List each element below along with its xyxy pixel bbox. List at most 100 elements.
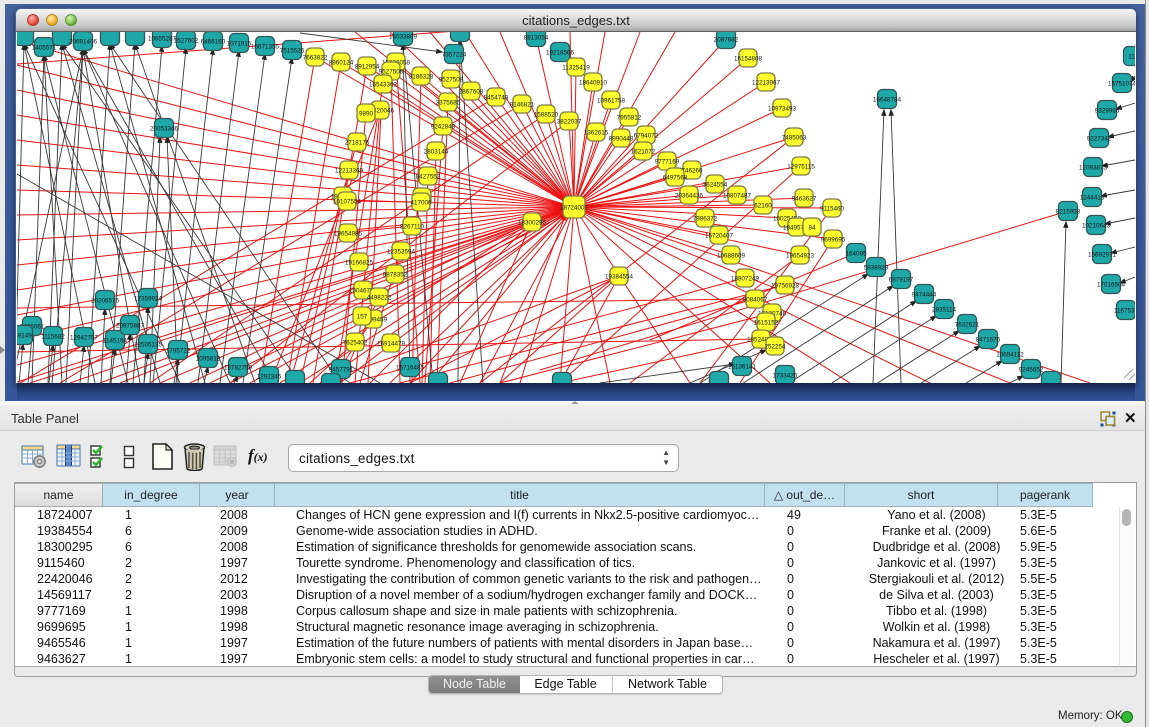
svg-text:15136141: 15136141	[728, 363, 757, 370]
svg-text:19654923: 19654923	[786, 252, 815, 259]
svg-text:12942757: 12942757	[70, 334, 99, 341]
svg-text:10210643: 10210643	[1082, 222, 1111, 229]
svg-text:10688609: 10688609	[717, 252, 746, 259]
svg-text:62160: 62160	[754, 202, 772, 209]
svg-text:7632621: 7632621	[955, 321, 980, 328]
svg-text:9084067: 9084067	[743, 296, 768, 303]
svg-text:20053346: 20053346	[150, 125, 179, 132]
svg-text:2718176: 2718176	[345, 139, 370, 146]
svg-text:1095812: 1095812	[196, 355, 221, 362]
svg-text:9115460: 9115460	[820, 205, 845, 212]
svg-text:16782759: 16782759	[224, 364, 253, 371]
svg-text:1405571: 1405571	[32, 44, 57, 51]
svg-text:7485063: 7485063	[782, 134, 807, 141]
svg-text:8990448: 8990448	[609, 135, 634, 142]
svg-text:1145194: 1145194	[103, 337, 128, 344]
svg-text:18807249: 18807249	[731, 275, 760, 282]
svg-text:2867608: 2867608	[459, 88, 484, 95]
svg-text:11325419: 11325419	[562, 64, 590, 71]
svg-text:10961758: 10961758	[597, 97, 626, 104]
svg-text:2935114: 2935114	[932, 306, 957, 313]
svg-text:164095: 164095	[845, 250, 867, 257]
svg-text:1733426: 1733426	[773, 372, 798, 379]
svg-text:3624554: 3624554	[703, 181, 728, 188]
svg-text:9245652: 9245652	[1019, 366, 1044, 373]
svg-text:1621072: 1621072	[631, 148, 656, 155]
svg-text:111: 111	[1128, 53, 1135, 60]
svg-text:7663822: 7663822	[303, 54, 328, 61]
svg-text:1362615: 1362615	[584, 129, 609, 136]
svg-text:12093873: 12093873	[1079, 164, 1108, 171]
svg-text:1795722: 1795722	[166, 347, 191, 354]
svg-text:1527602: 1527602	[174, 37, 199, 44]
svg-text:7986372: 7986372	[693, 215, 718, 222]
svg-text:6497568: 6497568	[663, 174, 688, 181]
svg-text:16671355: 16671355	[251, 43, 280, 50]
svg-text:20206576: 20206576	[91, 297, 120, 304]
svg-text:1115682: 1115682	[41, 333, 65, 340]
svg-text:1071915: 1071915	[227, 40, 252, 47]
svg-text:18724007: 18724007	[560, 204, 589, 211]
svg-text:19654985: 19654985	[334, 230, 363, 237]
svg-text:252254: 252254	[764, 343, 786, 350]
svg-text:2803144: 2803144	[424, 148, 449, 155]
svg-text:8215958: 8215958	[1056, 208, 1081, 215]
svg-text:8912954: 8912954	[355, 63, 380, 70]
svg-text:9474444: 9474444	[912, 291, 937, 298]
svg-text:3822037: 3822037	[557, 118, 582, 125]
svg-text:9457791: 9457791	[329, 366, 354, 373]
svg-text:19218506: 19218506	[546, 49, 575, 56]
svg-text:2087682: 2087682	[714, 36, 739, 43]
svg-text:9527506: 9527506	[379, 68, 404, 75]
svg-text:1292346: 1292346	[257, 373, 282, 380]
svg-text:3375685: 3375685	[436, 99, 461, 106]
svg-text:9527508: 9527508	[439, 76, 464, 83]
svg-text:6794072: 6794072	[634, 132, 659, 139]
svg-text:6879197: 6879197	[889, 276, 914, 283]
svg-text:417006: 417006	[410, 199, 432, 206]
svg-text:10973493: 10973493	[768, 105, 797, 112]
svg-text:7955812: 7955812	[617, 114, 642, 121]
svg-text:16033809: 16033809	[389, 33, 418, 40]
svg-text:10655287: 10655287	[148, 35, 177, 42]
svg-text:20691406: 20691406	[69, 38, 98, 45]
svg-text:9463627: 9463627	[792, 195, 817, 202]
svg-text:6466160: 6466160	[201, 38, 226, 45]
svg-text:12213967: 12213967	[752, 79, 781, 86]
svg-text:1167533: 1167533	[1114, 307, 1135, 314]
svg-text:17359924: 17359924	[134, 295, 163, 302]
svg-text:16543362: 16543362	[369, 81, 398, 88]
svg-text:4498222: 4498222	[367, 294, 392, 301]
svg-text:1615152: 1615152	[754, 319, 779, 326]
svg-text:9699695: 9699695	[821, 236, 846, 243]
svg-text:1588520: 1588520	[534, 111, 559, 118]
svg-text:19166825: 19166825	[345, 259, 374, 266]
svg-text:18300295: 18300295	[518, 219, 547, 226]
svg-text:17016504: 17016504	[1097, 281, 1126, 288]
svg-text:16648784: 16648784	[873, 96, 902, 103]
svg-text:20975887: 20975887	[116, 322, 145, 329]
svg-text:18640910: 18640910	[579, 79, 608, 86]
svg-text:7625402: 7625402	[343, 339, 368, 346]
svg-text:9890: 9890	[359, 110, 374, 117]
svg-text:7357224: 7357224	[442, 51, 467, 58]
svg-text:16914479: 16914479	[377, 340, 406, 347]
svg-text:15716485: 15716485	[396, 364, 425, 371]
svg-text:20364436: 20364436	[675, 192, 704, 199]
svg-text:8267110: 8267110	[400, 223, 425, 230]
svg-text:746266: 746266	[681, 167, 703, 174]
svg-text:9329966: 9329966	[1095, 107, 1120, 114]
svg-text:12975115: 12975115	[787, 163, 815, 170]
svg-text:7515526: 7515526	[280, 47, 305, 54]
svg-text:1244413: 1244413	[1080, 194, 1105, 201]
svg-text:10654112: 10654112	[996, 351, 1024, 358]
svg-text:9227342: 9227342	[1087, 135, 1112, 142]
svg-text:12353594: 12353594	[387, 248, 416, 255]
svg-text:19384554: 19384554	[605, 273, 634, 280]
svg-text:8471676: 8471676	[976, 336, 1001, 343]
svg-text:8960124: 8960124	[329, 59, 354, 66]
svg-text:9242848: 9242848	[431, 123, 456, 130]
svg-text:15751074: 15751074	[1108, 80, 1135, 87]
svg-text:8878352: 8878352	[383, 271, 408, 278]
svg-text:5938928: 5938928	[864, 264, 889, 271]
